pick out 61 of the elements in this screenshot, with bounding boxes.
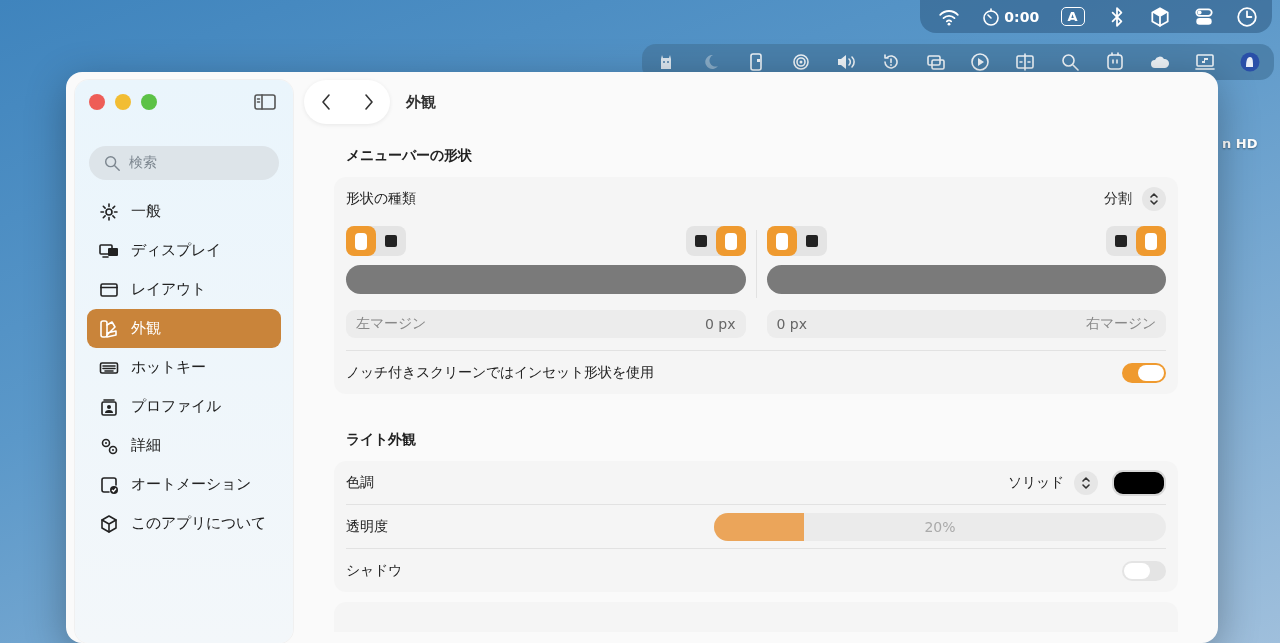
setting-label: 色調 [346, 473, 374, 492]
sidebar-item[interactable]: 一般 [87, 192, 281, 231]
sidebar-item[interactable]: このアプリについて [87, 504, 281, 543]
select-value[interactable]: ソリッド [1008, 473, 1064, 492]
section-title: ライト外観 [346, 430, 417, 448]
toggle-switch[interactable] [1122, 560, 1166, 581]
windows-icon [925, 52, 946, 72]
speaker-icon [835, 52, 856, 72]
switches-icon [1192, 5, 1215, 28]
drive-label: n HD [1222, 136, 1258, 151]
palette-icon [99, 318, 119, 339]
cube-icon [99, 513, 119, 534]
segmented-control[interactable] [346, 226, 406, 256]
margin-value: 0 px [704, 316, 736, 332]
timer-text[interactable]: 0:00 [1004, 8, 1040, 25]
color-well[interactable] [1112, 469, 1166, 496]
chevron-updown-icon [1148, 191, 1160, 206]
sidebar-item[interactable]: 詳細 [87, 426, 281, 465]
sidebar-item[interactable]: レイアウト [87, 270, 281, 309]
robot-face-icon [1105, 52, 1126, 72]
section-title: メニューバーの形状 [346, 146, 473, 164]
broadcast-icon [790, 52, 811, 72]
margin-label: 左マージン [356, 315, 426, 333]
monitor-icon [1195, 52, 1216, 72]
sidebar-item[interactable]: ディスプレイ [87, 231, 281, 270]
setting-label: ノッチ付きスクリーンではインセット形状を使用 [346, 363, 654, 382]
chevron-right-icon [362, 92, 375, 112]
setting-label: 透明度 [346, 517, 388, 536]
window-title: 外観 [406, 92, 436, 112]
toggle-switch[interactable] [1122, 362, 1166, 383]
sidebar-item[interactable]: オートメーション [87, 465, 281, 504]
avatar-icon [1240, 52, 1260, 72]
stepper-button[interactable] [1074, 470, 1098, 495]
slider-reading: 20% [924, 518, 956, 535]
stepper-button[interactable] [1142, 186, 1166, 211]
gear-icon [99, 201, 119, 222]
close-button[interactable] [89, 94, 105, 110]
segmented-control[interactable] [685, 226, 746, 256]
margin-label: 右マージン [1086, 315, 1156, 333]
segmented-control[interactable] [766, 226, 827, 256]
cube-icon [1149, 5, 1172, 28]
chevron-left-icon [319, 92, 332, 112]
sidebar-toggle-button[interactable] [253, 92, 277, 112]
sidebar-icon [253, 92, 277, 112]
setting-label: シャドウ [346, 561, 402, 580]
chevron-updown-icon [1080, 475, 1092, 490]
profile-card-icon [99, 396, 119, 417]
select-value[interactable]: 分割 [1104, 189, 1132, 208]
sidebar-item[interactable]: ホットキー [87, 348, 281, 387]
margin-value: 0 px [776, 316, 808, 332]
search-icon [103, 154, 121, 172]
square-check-icon [99, 474, 119, 495]
clock-icon [1235, 5, 1258, 28]
search-placeholder: 検索 [129, 154, 157, 172]
margin-field[interactable]: 左マージン 0 px [346, 310, 746, 338]
sidebar-item[interactable]: プロファイル [87, 387, 281, 426]
margin-field[interactable]: 0 px 右マージン [766, 310, 1166, 338]
setting-label: 形状の種類 [346, 189, 416, 208]
segmented-control[interactable] [1106, 226, 1166, 256]
timer-icon [981, 6, 1002, 27]
input-source-indicator[interactable]: A [1060, 7, 1085, 26]
